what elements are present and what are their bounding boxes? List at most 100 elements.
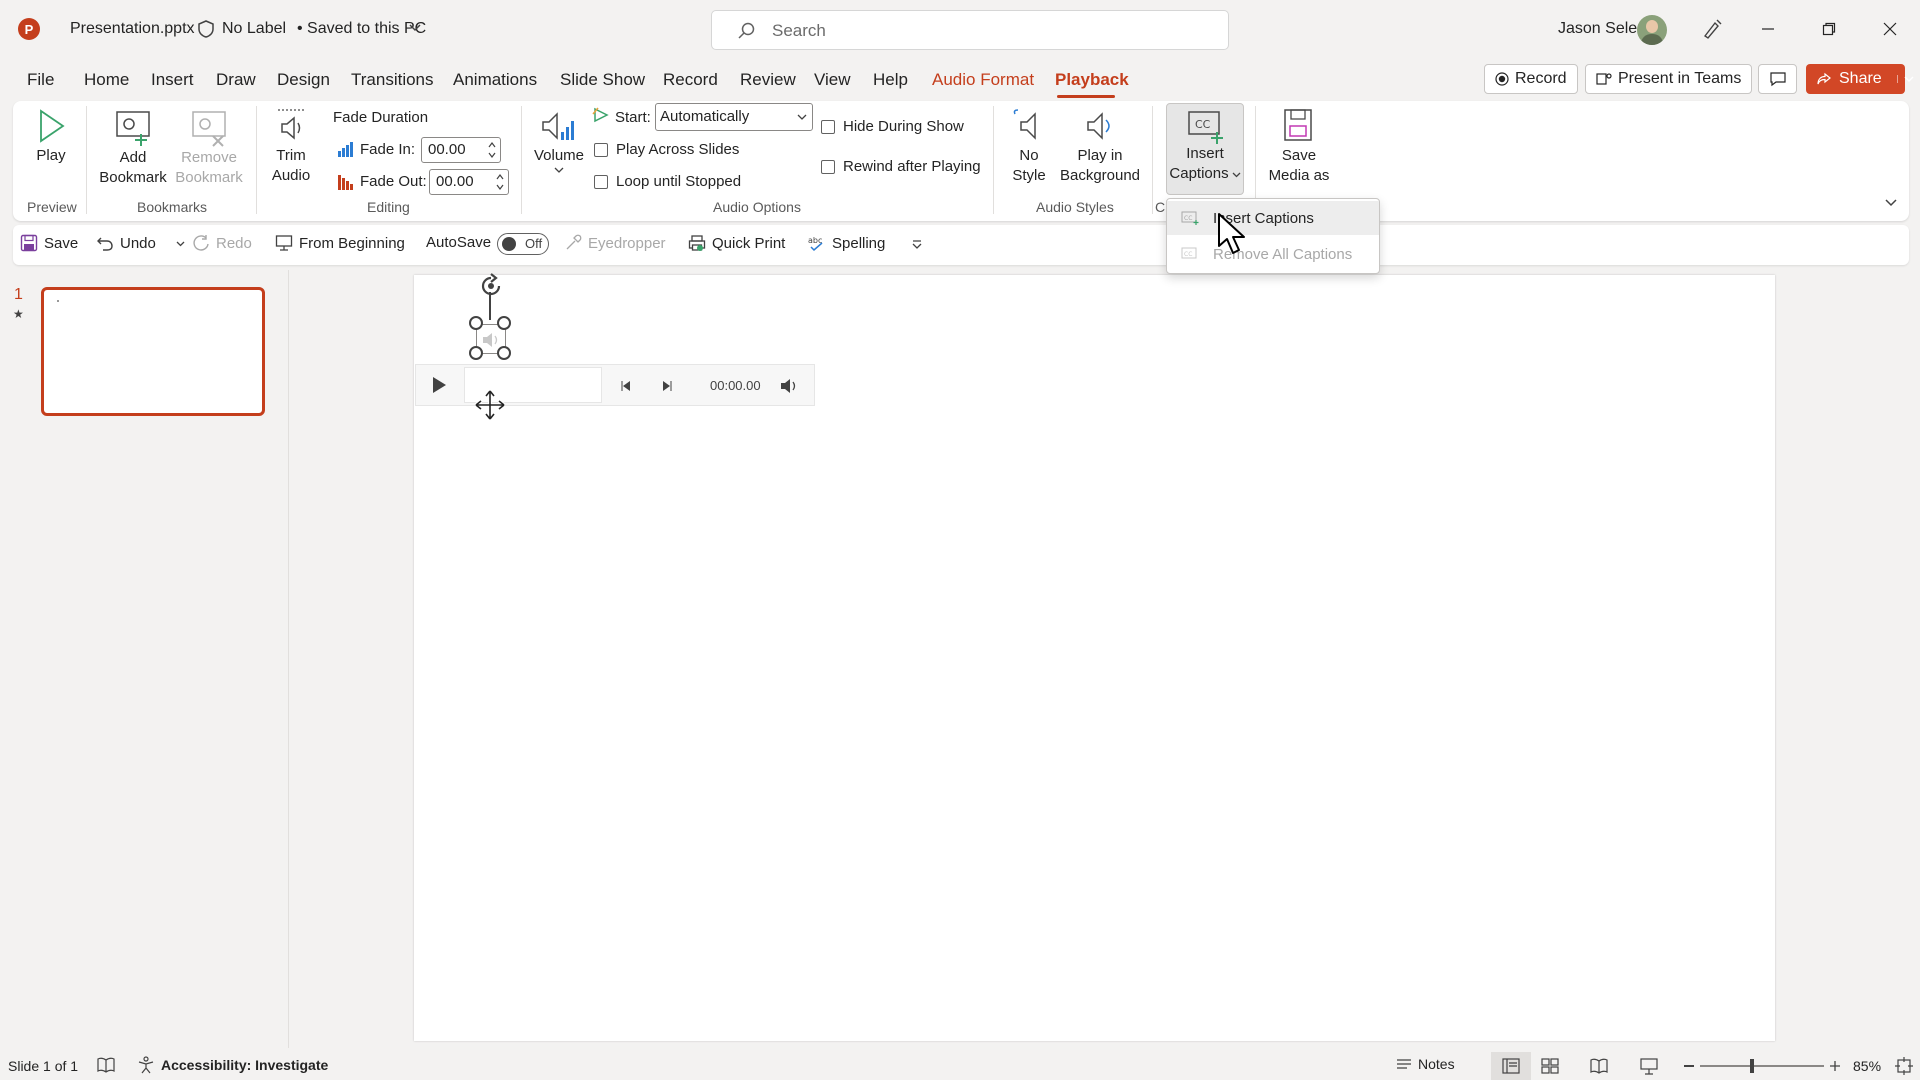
eyedropper-button[interactable]: Eyedropper bbox=[564, 234, 666, 252]
close-icon[interactable] bbox=[1875, 14, 1905, 44]
tab-review[interactable]: Review bbox=[740, 70, 796, 90]
from-beginning-label: From Beginning bbox=[299, 234, 405, 252]
tab-slide-show[interactable]: Slide Show bbox=[560, 70, 645, 90]
volume-button[interactable]: Volume bbox=[530, 106, 588, 174]
tab-record[interactable]: Record bbox=[663, 70, 718, 90]
rewind-after-playing-checkbox[interactable] bbox=[821, 160, 835, 174]
tab-help[interactable]: Help bbox=[873, 70, 908, 90]
play-button[interactable]: Play bbox=[26, 106, 76, 166]
spin-arrows-icon[interactable] bbox=[488, 140, 496, 160]
present-in-teams-button[interactable]: Present in Teams bbox=[1585, 64, 1753, 94]
designer-pen-icon[interactable] bbox=[1700, 17, 1724, 41]
fit-to-window-icon[interactable] bbox=[1895, 1057, 1913, 1075]
resize-handle-ne[interactable] bbox=[497, 316, 511, 330]
restore-icon[interactable] bbox=[1814, 14, 1844, 44]
resize-handle-sw[interactable] bbox=[469, 346, 483, 360]
undo-button[interactable]: Undo bbox=[96, 234, 185, 252]
play-in-background-button[interactable]: Play in Background bbox=[1055, 106, 1145, 186]
player-time: 00:00.00 bbox=[710, 378, 761, 393]
tab-animations[interactable]: Animations bbox=[453, 70, 537, 90]
share-chevron-icon[interactable] bbox=[1896, 75, 1914, 83]
undo-dropdown-icon[interactable] bbox=[176, 240, 185, 247]
spelling-button[interactable]: abc Spelling bbox=[808, 234, 885, 252]
share-button[interactable]: Share bbox=[1806, 64, 1914, 94]
accessibility-icon bbox=[137, 1056, 155, 1074]
tab-home[interactable]: Home bbox=[84, 70, 129, 90]
zoom-in-icon[interactable] bbox=[1829, 1060, 1841, 1072]
start-select[interactable]: Automatically bbox=[655, 103, 813, 131]
presenter-view-icon[interactable] bbox=[1640, 1057, 1658, 1075]
menu-item-insert-captions[interactable]: CC Insert Captions bbox=[1167, 201, 1379, 235]
no-style-icon bbox=[1009, 106, 1049, 146]
record-button[interactable]: Record bbox=[1484, 64, 1578, 94]
hide-during-show-checkbox[interactable] bbox=[821, 120, 835, 134]
shield-icon[interactable] bbox=[196, 19, 216, 39]
save-status[interactable]: • Saved to this PC bbox=[297, 20, 426, 38]
slide-thumbnail-1[interactable] bbox=[41, 287, 265, 416]
tab-view[interactable]: View bbox=[814, 70, 851, 90]
accessibility-status[interactable]: Accessibility: Investigate bbox=[137, 1056, 328, 1074]
no-style-button[interactable]: No Style bbox=[1003, 106, 1055, 186]
start-icon bbox=[592, 106, 610, 124]
collapse-ribbon-icon[interactable] bbox=[1884, 198, 1898, 208]
tab-transitions[interactable]: Transitions bbox=[351, 70, 434, 90]
zoom-level[interactable]: 85% bbox=[1853, 1058, 1881, 1074]
customize-toolbar-icon[interactable] bbox=[911, 240, 923, 250]
user-name[interactable]: Jason Sele bbox=[1558, 20, 1637, 38]
autosave-toggle[interactable]: Off bbox=[497, 233, 549, 255]
trim-audio-button[interactable]: Trim Audio bbox=[262, 106, 320, 186]
player-skip-forward-icon[interactable] bbox=[660, 379, 674, 393]
chevron-down-icon[interactable] bbox=[408, 23, 422, 33]
player-play-icon[interactable] bbox=[429, 375, 449, 395]
play-in-background-label-1: Play in bbox=[1077, 147, 1123, 164]
fade-in-input[interactable]: 00.00 bbox=[421, 137, 501, 163]
hide-during-show-label: Hide During Show bbox=[843, 118, 964, 135]
play-across-slides-checkbox[interactable] bbox=[594, 143, 608, 157]
sensitivity-label[interactable]: No Label bbox=[222, 20, 286, 38]
eyedropper-label: Eyedropper bbox=[588, 234, 666, 252]
resize-handle-nw[interactable] bbox=[469, 316, 483, 330]
trim-audio-label-1: Trim bbox=[276, 147, 306, 164]
player-skip-back-icon[interactable] bbox=[619, 379, 633, 393]
tab-insert[interactable]: Insert bbox=[151, 70, 194, 90]
tab-draw[interactable]: Draw bbox=[216, 70, 256, 90]
notes-button[interactable]: Notes bbox=[1396, 1056, 1455, 1072]
minimize-icon[interactable] bbox=[1753, 14, 1783, 44]
insert-captions-button[interactable]: CC Insert Captions bbox=[1166, 103, 1244, 195]
fade-out-input[interactable]: 00.00 bbox=[429, 169, 509, 195]
normal-view-button[interactable] bbox=[1491, 1052, 1531, 1080]
from-beginning-button[interactable]: From Beginning bbox=[275, 234, 405, 252]
spin-arrows-icon[interactable] bbox=[496, 172, 504, 192]
resize-handle-se[interactable] bbox=[497, 346, 511, 360]
tab-file[interactable]: File bbox=[27, 70, 54, 90]
save-button[interactable]: Save bbox=[20, 234, 78, 252]
zoom-slider-thumb[interactable] bbox=[1750, 1059, 1754, 1073]
book-icon[interactable] bbox=[97, 1057, 115, 1073]
avatar[interactable] bbox=[1637, 15, 1667, 45]
player-volume-icon[interactable] bbox=[779, 377, 799, 395]
powerpoint-logo-icon: P bbox=[18, 18, 40, 40]
menu-item-remove-all-captions[interactable]: CC Remove All Captions bbox=[1167, 237, 1379, 271]
zoom-out-icon[interactable] bbox=[1684, 1065, 1694, 1067]
rotate-handle-icon[interactable] bbox=[475, 272, 507, 300]
comments-button[interactable] bbox=[1758, 64, 1797, 94]
zoom-slider-track[interactable] bbox=[1700, 1065, 1824, 1067]
chevron-down-icon[interactable] bbox=[797, 113, 807, 121]
search-input[interactable]: Search bbox=[711, 10, 1229, 50]
quick-print-button[interactable]: Quick Print bbox=[688, 234, 785, 252]
loop-until-stopped-checkbox[interactable] bbox=[594, 175, 608, 189]
remove-bookmark-button[interactable]: Remove Bookmark bbox=[170, 108, 248, 188]
save-media-as-button[interactable]: Save Media as bbox=[1262, 106, 1336, 186]
tab-playback[interactable]: Playback bbox=[1055, 70, 1129, 90]
redo-button[interactable]: Redo bbox=[192, 234, 252, 252]
reading-view-icon[interactable] bbox=[1590, 1058, 1608, 1074]
animation-star-icon: ★ bbox=[13, 307, 24, 321]
title-bar: P Presentation.pptx No Label • Saved to … bbox=[0, 0, 1920, 60]
thumbnail-audio-dot bbox=[57, 300, 59, 302]
add-bookmark-button[interactable]: Add Bookmark bbox=[95, 108, 171, 188]
slide-count[interactable]: Slide 1 of 1 bbox=[8, 1058, 78, 1074]
ribbon-separator bbox=[256, 106, 257, 214]
slide-sorter-icon[interactable] bbox=[1541, 1058, 1559, 1074]
tab-design[interactable]: Design bbox=[277, 70, 330, 90]
tab-audio-format[interactable]: Audio Format bbox=[932, 70, 1034, 90]
